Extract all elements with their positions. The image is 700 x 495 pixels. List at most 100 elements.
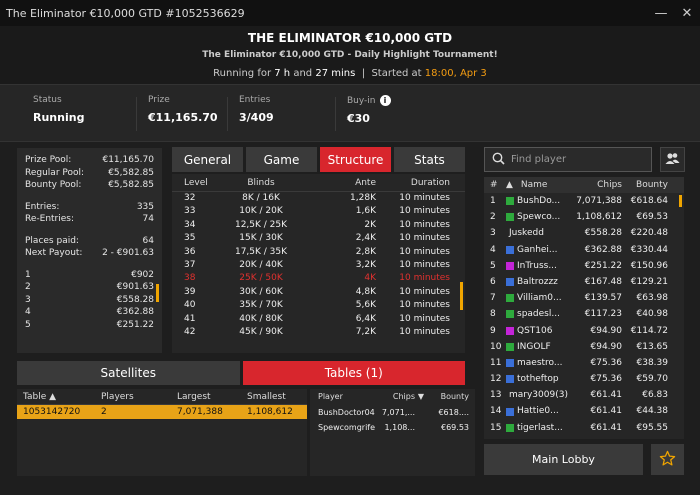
entries-stat: Entries 3/409	[239, 95, 274, 124]
player-row[interactable]: 10 INGOLF €94.90 €13.65	[484, 339, 684, 355]
player-flag-icon	[506, 245, 514, 254]
player-name: Ganhei...	[517, 244, 558, 255]
player-name: maestro...	[517, 357, 563, 368]
player-row[interactable]: 6 Baltrozzz €167.48 €129.21	[484, 274, 684, 290]
sort-desc-icon[interactable]: ▼	[415, 389, 427, 405]
player-flag-icon	[506, 326, 514, 335]
player-name: InTruss...	[517, 260, 557, 271]
player-flag-icon	[506, 375, 514, 384]
bottom-tabs: Satellites Tables (1)	[17, 361, 465, 385]
structure-row: 39 30K / 60K 4,8K 10 minutes	[184, 286, 450, 297]
tab-game[interactable]: Game	[246, 147, 317, 172]
prize-pool-panel: Prize Pool: €11,165.70 Regular Pool: €5,58…	[17, 148, 162, 353]
player-name: Hattie0...	[517, 406, 559, 417]
player-row[interactable]: 14 Hattie0... €61.41 €44.38	[484, 403, 684, 419]
minimize-button[interactable]: —	[648, 6, 674, 21]
main-lobby-button[interactable]: Main Lobby	[484, 444, 643, 475]
stats-bar: Status Running Prize €11,165.70 Entries …	[0, 84, 700, 142]
close-button[interactable]: ✕	[674, 6, 700, 21]
table-player-row[interactable]: Spewcomgrife 1,108... €69.53	[310, 420, 475, 435]
structure-row-current: 38 25K / 50K 4K 10 minutes	[184, 273, 450, 284]
table-players-list: Player Chips ▼ Bounty BushDoctor04 7,071…	[310, 389, 475, 476]
structure-scrollbar[interactable]	[460, 282, 463, 310]
players-list: # ▲ Name Chips Bounty 1 BushDo... 7,071,388…	[484, 177, 684, 439]
player-flag-icon	[506, 358, 514, 367]
tables-list: Table ▲ Players Largest Smallest 1053142…	[17, 389, 307, 476]
player-flag-icon	[506, 278, 514, 287]
lobby-tabs: General Game Structure Stats	[172, 147, 465, 172]
player-name: BushDo...	[517, 196, 561, 206]
status-stat: Status Running	[33, 95, 85, 124]
player-name: tigerlast...	[517, 422, 563, 433]
player-row[interactable]: 7 Villiam0... €139.57 €63.98	[484, 290, 684, 306]
structure-row: 40 35K / 70K 5,6K 10 minutes	[184, 300, 450, 311]
player-row[interactable]: 9 QST106 €94.90 €114.72	[484, 323, 684, 339]
tournament-lobby-window: The Eliminator €10,000 GTD #1052536629 —…	[0, 0, 700, 495]
player-row[interactable]: 2 Spewco... 1,108,612 €69.53	[484, 209, 684, 225]
star-icon	[659, 450, 676, 470]
structure-row: 37 20K / 40K 3,2K 10 minutes	[184, 259, 450, 270]
player-flag-icon	[506, 423, 514, 432]
player-name: spadesl...	[517, 309, 560, 320]
players-filter-button[interactable]	[660, 147, 685, 172]
player-row[interactable]: 5 InTruss... €251.22 €150.96	[484, 258, 684, 274]
player-row[interactable]: 13 mary3009(3) €61.41 €6.83	[484, 387, 684, 403]
player-name: totheftop	[517, 374, 559, 385]
player-name: mary3009(3)	[509, 390, 568, 401]
find-player-search[interactable]: Find player	[484, 147, 652, 172]
structure-row: 35 15K / 30K 2,4K 10 minutes	[184, 233, 450, 244]
table-player-row[interactable]: BushDoctor04 7,071,... €618....	[310, 405, 475, 420]
structure-row: 34 12,5K / 25K 2K 10 minutes	[184, 219, 450, 230]
player-row[interactable]: 8 spadesl... €117.23 €40.98	[484, 306, 684, 322]
player-flag-icon	[506, 213, 514, 222]
title-bar: The Eliminator €10,000 GTD #1052536629 —…	[0, 0, 700, 26]
tournament-subtitle: The Eliminator €10,000 GTD - Daily Highl…	[202, 50, 498, 60]
payout-row: 4 €362.88	[25, 307, 154, 317]
payout-scrollbar[interactable]	[156, 284, 159, 302]
favorite-button[interactable]	[651, 444, 684, 475]
structure-row: 42 45K / 90K 7,2K 10 minutes	[184, 326, 450, 337]
player-row[interactable]: 3 Juskedd €558.28 €220.48	[484, 225, 684, 241]
tab-general[interactable]: General	[172, 147, 243, 172]
player-name: INGOLF	[517, 341, 551, 352]
info-icon[interactable]: i	[379, 95, 391, 106]
structure-row: 32 8K / 16K 1,28K 10 minutes	[184, 193, 450, 203]
payout-row: 2 €901.63	[25, 282, 154, 292]
player-name: Baltrozzz	[517, 276, 558, 287]
table-players-header: Player Chips ▼ Bounty	[310, 389, 475, 405]
tab-satellites[interactable]: Satellites	[17, 361, 240, 385]
table-row[interactable]: 1053142720 2 7,071,388 1,108,612	[17, 405, 307, 419]
prize-stat: Prize €11,165.70	[148, 95, 218, 124]
player-row[interactable]: 15 tigerlast... €61.41 €95.55	[484, 420, 684, 436]
tab-tables[interactable]: Tables (1)	[242, 361, 465, 385]
payout-row: 1 €902	[25, 269, 154, 280]
player-row[interactable]: 1 BushDo... 7,071,388 €618.64	[484, 193, 684, 209]
player-name: Juskedd	[509, 228, 544, 239]
window-title: The Eliminator €10,000 GTD #1052536629	[6, 6, 245, 20]
player-row[interactable]: 11 maestro... €75.36 €38.39	[484, 355, 684, 371]
player-flag-icon	[506, 261, 514, 270]
sort-table-header[interactable]: Table ▲	[17, 389, 101, 404]
player-flag-icon	[506, 342, 514, 351]
players-scrollbar[interactable]	[679, 195, 682, 207]
tournament-title: THE ELIMINATOR €10,000 GTD	[247, 31, 453, 45]
structure-table: Level Blinds Ante Duration 32 8K / 16K 1,2…	[172, 174, 465, 353]
player-row[interactable]: 4 Ganhei... €362.88 €330.44	[484, 242, 684, 258]
running-info: Running for 7 h and 27 mins | Started at…	[213, 68, 487, 79]
start-time: 18:00, Apr 3	[424, 68, 487, 79]
structure-header: Level Blinds Ante Duration	[172, 174, 465, 192]
player-row[interactable]: 12 totheftop €75.36 €59.70	[484, 371, 684, 387]
payout-row: 5 €251.22	[25, 319, 154, 330]
tab-stats[interactable]: Stats	[394, 147, 465, 172]
player-flag-icon	[506, 294, 514, 303]
sort-asc-icon: ▲	[506, 180, 513, 190]
player-name: Spewco...	[517, 212, 561, 223]
users-icon	[665, 152, 680, 168]
payout-list[interactable]: 1 €902 2 €901.63 3 €558.28 4 €362.88 5 €251.2…	[25, 269, 154, 332]
tab-structure[interactable]: Structure	[320, 147, 391, 172]
tournament-header: THE ELIMINATOR €10,000 GTD The Eliminato…	[0, 26, 700, 84]
structure-row: 33 10K / 20K 1,6K 10 minutes	[184, 206, 450, 217]
player-flag-icon	[506, 407, 514, 416]
structure-row: 36 17,5K / 35K 2,8K 10 minutes	[184, 246, 450, 257]
search-input[interactable]: Find player	[511, 154, 566, 165]
